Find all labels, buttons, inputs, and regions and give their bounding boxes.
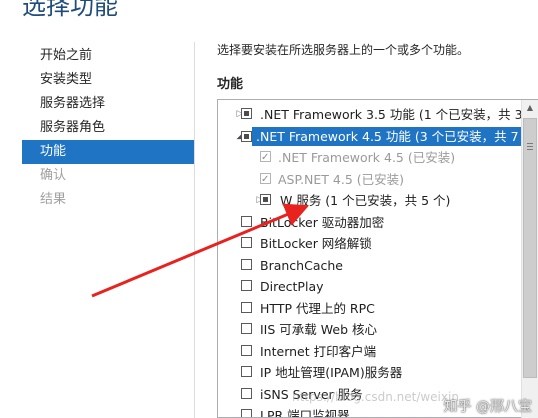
- annotation-arrow: [91, 203, 310, 298]
- url-watermark: https://blog.csdn.net/weixin_: [292, 390, 465, 404]
- zhihu-watermark: 知乎 @邢八宝: [443, 399, 532, 415]
- annotation-arrow-line: [91, 203, 310, 298]
